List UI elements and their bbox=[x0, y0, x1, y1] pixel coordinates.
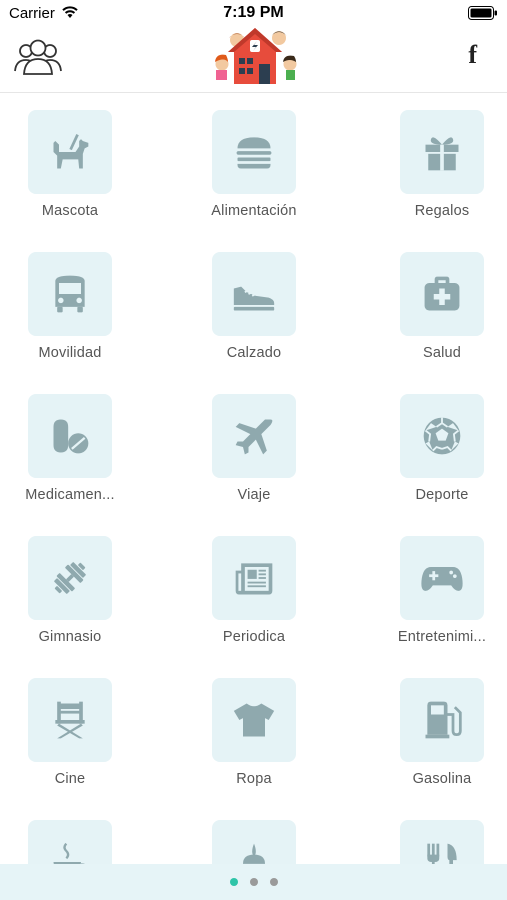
users-group-icon[interactable] bbox=[12, 36, 64, 76]
category-label: Gasolina bbox=[412, 771, 472, 787]
pills-icon bbox=[53, 419, 89, 454]
category-item-regalos[interactable]: Regalos bbox=[372, 92, 507, 232]
category-label: Salud bbox=[422, 345, 462, 361]
category-tile[interactable] bbox=[28, 536, 112, 620]
page-dot[interactable] bbox=[250, 878, 258, 886]
category-grid: Mascota Alimentación Regalos Movilidad C… bbox=[0, 92, 507, 864]
category-label: Gimnasio bbox=[38, 629, 102, 645]
category-tile[interactable] bbox=[400, 678, 484, 762]
category-tile[interactable] bbox=[212, 536, 296, 620]
nav-bar: f bbox=[0, 26, 507, 93]
category-tile[interactable] bbox=[400, 536, 484, 620]
category-tile[interactable] bbox=[28, 678, 112, 762]
category-tile[interactable] bbox=[400, 820, 484, 864]
category-tile[interactable] bbox=[212, 394, 296, 478]
category-label: Medicamen... bbox=[25, 487, 115, 503]
page-dot[interactable] bbox=[270, 878, 278, 886]
status-bar: Carrier 7:19 PM bbox=[0, 0, 507, 26]
category-label: Ropa bbox=[236, 771, 272, 787]
category-item-deporte[interactable]: Deporte bbox=[372, 376, 507, 516]
category-item-mascota[interactable]: Mascota bbox=[0, 92, 140, 232]
category-label: Calzado bbox=[226, 345, 282, 361]
category-tile[interactable] bbox=[28, 394, 112, 478]
category-item-salud[interactable]: Salud bbox=[372, 234, 507, 374]
category-tile[interactable] bbox=[212, 820, 296, 864]
category-tile[interactable] bbox=[212, 252, 296, 336]
category-item-viaje[interactable]: Viaje bbox=[184, 376, 324, 516]
category-item-ice-cream[interactable] bbox=[184, 802, 324, 864]
category-label: Alimentación bbox=[211, 203, 297, 219]
category-label: Periodica bbox=[222, 629, 286, 645]
clock-time: 7:19 PM bbox=[223, 4, 284, 21]
gamepad-icon bbox=[421, 567, 463, 591]
category-item-cine[interactable]: Cine bbox=[0, 660, 140, 800]
category-label: Entretenimi... bbox=[397, 629, 487, 645]
category-label: Cine bbox=[54, 771, 86, 787]
page-dot-active[interactable] bbox=[230, 878, 238, 886]
category-tile[interactable] bbox=[28, 110, 112, 194]
category-tile[interactable] bbox=[400, 252, 484, 336]
category-item-gimnasio[interactable]: Gimnasio bbox=[0, 518, 140, 658]
first-aid-icon bbox=[424, 276, 460, 311]
category-item-restaurant[interactable] bbox=[372, 802, 507, 864]
app-logo-house bbox=[215, 28, 297, 84]
ice-cream-icon bbox=[243, 843, 265, 864]
category-item-ropa[interactable]: Ropa bbox=[184, 660, 324, 800]
newspaper-icon bbox=[235, 563, 273, 595]
category-tile[interactable] bbox=[400, 394, 484, 478]
category-tile[interactable] bbox=[212, 110, 296, 194]
battery-icon bbox=[468, 6, 497, 20]
restaurant-icon bbox=[427, 843, 457, 864]
category-label: Movilidad bbox=[38, 345, 102, 361]
dog-icon bbox=[53, 134, 89, 169]
dumbbell-icon bbox=[54, 562, 86, 594]
gas-pump-icon bbox=[425, 701, 462, 739]
category-item-movilidad[interactable]: Movilidad bbox=[0, 234, 140, 374]
category-item-gasolina[interactable]: Gasolina bbox=[372, 660, 507, 800]
gift-icon bbox=[425, 137, 459, 171]
category-label: Viaje bbox=[237, 487, 271, 503]
shoe-icon bbox=[233, 286, 275, 311]
bus-icon bbox=[55, 275, 85, 313]
category-tile[interactable] bbox=[212, 678, 296, 762]
soccer-ball-icon bbox=[423, 417, 461, 455]
category-label: Regalos bbox=[414, 203, 470, 219]
category-tile[interactable] bbox=[400, 110, 484, 194]
facebook-button[interactable]: f bbox=[468, 40, 477, 70]
category-item-coffee[interactable] bbox=[0, 802, 140, 864]
page-indicator bbox=[0, 864, 507, 900]
category-item-calzado[interactable]: Calzado bbox=[184, 234, 324, 374]
category-tile[interactable] bbox=[28, 820, 112, 864]
category-item-medicamentos[interactable]: Medicamen... bbox=[0, 376, 140, 516]
category-label: Deporte bbox=[415, 487, 469, 503]
category-label: Mascota bbox=[41, 203, 99, 219]
burger-icon bbox=[236, 137, 272, 169]
category-item-periodica[interactable]: Periodica bbox=[184, 518, 324, 658]
director-chair-icon bbox=[55, 701, 85, 739]
category-item-entretenimiento[interactable]: Entretenimi... bbox=[372, 518, 507, 658]
category-tile[interactable] bbox=[28, 252, 112, 336]
coffee-icon bbox=[53, 842, 86, 864]
plane-icon bbox=[235, 419, 273, 455]
category-item-alimentacion[interactable]: Alimentación bbox=[184, 92, 324, 232]
tshirt-icon bbox=[233, 703, 275, 737]
